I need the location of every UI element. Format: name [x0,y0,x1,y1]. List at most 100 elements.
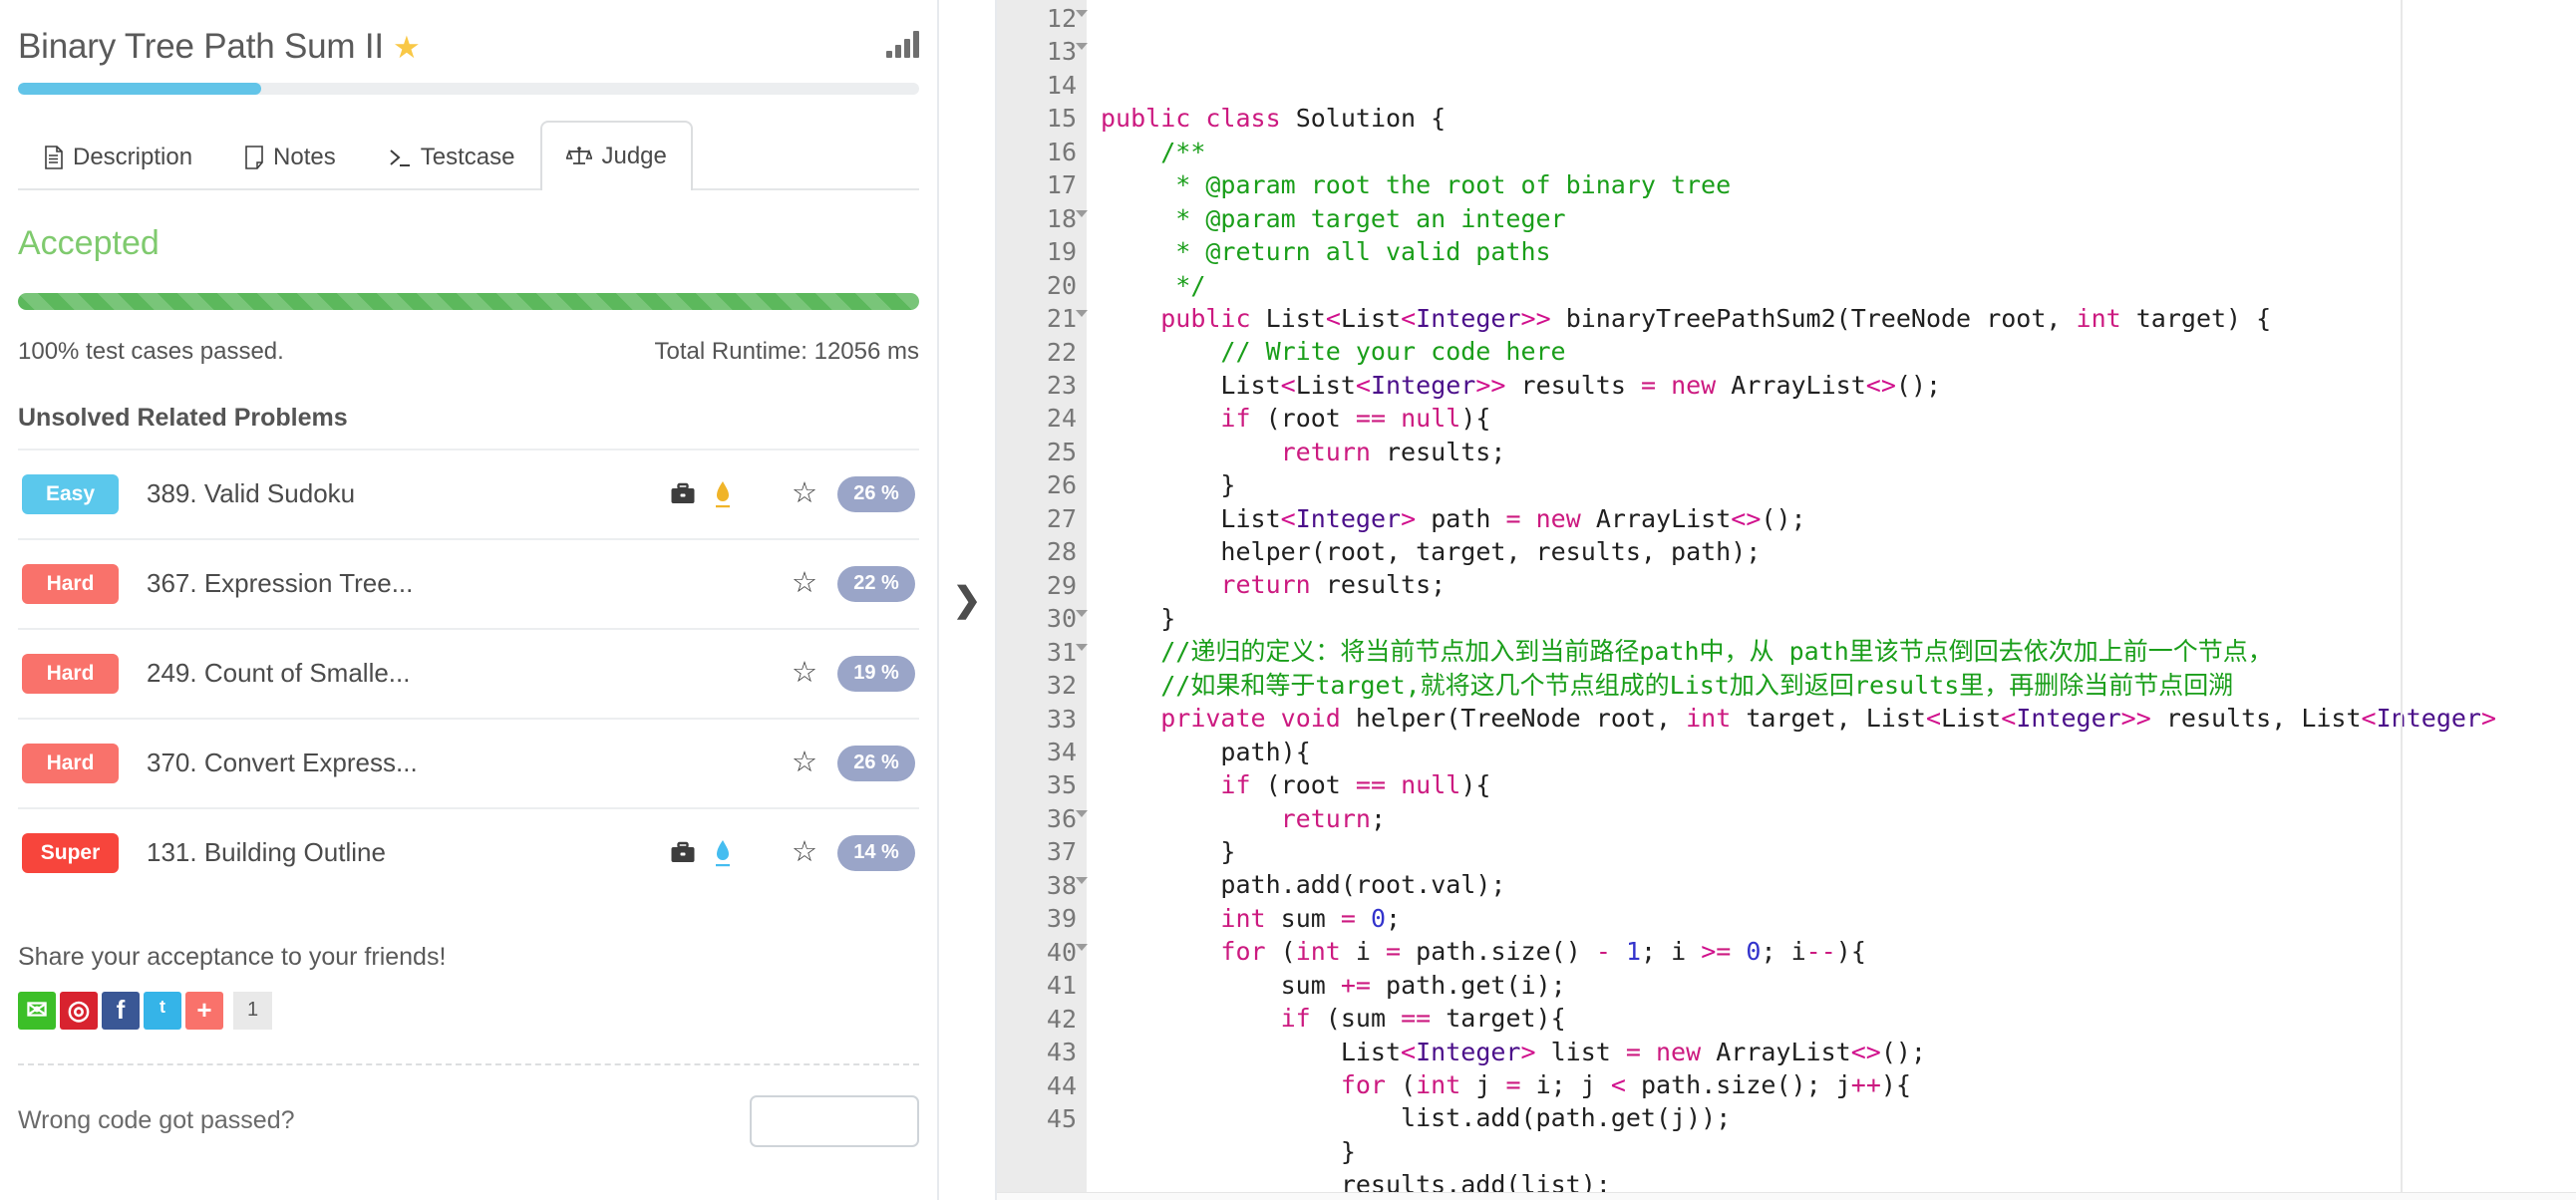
company-briefcase-icon[interactable] [670,481,696,507]
line-number: 26 [1046,470,1077,500]
related-problem-row[interactable]: Hard 367. Expression Tree... ☆ 22 % [18,537,919,628]
star-outline-icon[interactable]: ☆ [792,749,817,777]
code-line[interactable]: private void helper(TreeNode root, int t… [1101,702,2576,735]
code-line[interactable]: public List<List<Integer>> binaryTreePat… [1101,302,2576,335]
related-problem-row[interactable]: Easy 389. Valid Sudoku ☆ 26 % [18,448,919,538]
code-line[interactable]: * @param root the root of binary tree [1101,168,2576,201]
star-filled-icon[interactable]: ★ [393,32,421,63]
code-editor[interactable]: 12 13 14 15 16 17 18 19 20 21 22 23 24 25 26 27 28 29 30 31… [997,0,2576,1200]
line-number: 42 [1046,1004,1077,1034]
related-problem-name[interactable]: 370. Convert Express... [147,748,418,778]
line-number: 16 [1046,137,1077,166]
panel-splitter[interactable]: ❯ [937,0,997,1200]
code-line[interactable]: } [1101,1135,2576,1168]
code-line[interactable]: List<Integer> list = new ArrayList<>(); [1101,1036,2576,1068]
star-outline-icon[interactable]: ☆ [792,569,817,598]
line-number: 12 [997,2,1088,35]
chevron-right-icon[interactable]: ❯ [953,583,982,617]
share-twitter-button[interactable]: ᵗ [144,991,181,1030]
tab-notes[interactable]: Notes [218,125,362,188]
related-problem-name[interactable]: 367. Expression Tree... [147,568,413,599]
code-line[interactable]: List<List<Integer>> results = new ArrayL… [1101,369,2576,402]
line-number: 41 [1046,971,1077,1001]
line-number: 20 [1046,270,1077,300]
difficulty-badge: Easy [22,473,119,514]
code-line[interactable]: } [1101,468,2576,501]
line-number: 23 [1046,370,1077,400]
wrong-code-question: Wrong code got passed? [18,1106,295,1134]
line-number: 27 [1046,503,1077,533]
line-number: 45 [1046,1103,1077,1133]
star-outline-icon[interactable]: ☆ [792,838,817,867]
related-problem-meta: ☆ 14 % [792,834,915,871]
signal-bars-icon[interactable] [886,28,919,58]
tab-testcase[interactable]: Testcase [362,125,541,188]
code-line[interactable]: path.add(root.val); [1101,868,2576,901]
company-briefcase-icon[interactable] [670,840,696,866]
line-number: 15 [1046,104,1077,134]
code-line[interactable]: path){ [1101,736,2576,768]
line-number: 19 [1046,237,1077,267]
related-problem-row[interactable]: Super 131. Building Outline ☆ 14 % [18,806,919,897]
line-number: 37 [1046,837,1077,867]
code-line[interactable]: } [1101,835,2576,868]
tab-description-label: Description [73,143,193,170]
code-line[interactable]: List<Integer> path = new ArrayList<>(); [1101,502,2576,535]
acceptance-rate-pill: 26 % [837,745,915,781]
tab-description[interactable]: Description [18,125,218,188]
java-flame-icon[interactable] [714,480,732,508]
code-line[interactable]: * @return all valid paths [1101,235,2576,268]
code-line[interactable]: return results; [1101,436,2576,468]
code-line[interactable]: } [1101,602,2576,635]
star-outline-icon[interactable]: ☆ [792,479,817,508]
code-content[interactable]: public class Solution { /** * @param roo… [1087,0,2576,1200]
code-line[interactable]: return; [1101,802,2576,835]
code-line[interactable]: if (sum == target){ [1101,1002,2576,1035]
share-more-button[interactable]: + [185,991,223,1030]
share-weibo-button[interactable]: ◎ [60,991,98,1030]
related-problem-name[interactable]: 389. Valid Sudoku [147,478,355,509]
code-line[interactable]: for (int j = i; j < path.size(); j++){ [1101,1068,2576,1101]
code-line[interactable]: * @param target an integer [1101,202,2576,235]
code-line[interactable]: // Write your code here [1101,335,2576,368]
related-problem-meta: ☆ 26 % [792,745,915,781]
report-button[interactable] [750,1094,919,1147]
related-problem-row[interactable]: Hard 249. Count of Smalle... ☆ 19 % [18,627,919,718]
code-line[interactable]: helper(root, target, results, path); [1101,535,2576,568]
related-problem-name[interactable]: 249. Count of Smalle... [147,658,410,689]
document-icon [45,145,63,169]
related-problem-row[interactable]: Hard 370. Convert Express... ☆ 26 % [18,717,919,807]
problem-progress-fill [18,82,262,95]
line-number: 14 [1046,70,1077,100]
signal-bar-1 [886,51,892,58]
related-problem-name[interactable]: 131. Building Outline [147,837,386,868]
code-line[interactable]: sum += path.get(i); [1101,969,2576,1002]
share-facebook-button[interactable]: f [102,991,140,1030]
tab-judge[interactable]: Judge [540,120,693,190]
signal-bar-4 [913,31,919,58]
line-number: 33 [1046,704,1077,734]
code-line[interactable]: public class Solution { [1101,102,2576,135]
code-line[interactable]: return results; [1101,568,2576,601]
code-line[interactable]: //如果和等于target,就将这几个节点组成的List加入到返回results… [1101,669,2576,702]
problem-title-text: Binary Tree Path Sum II [18,27,384,66]
code-line[interactable]: list.add(path.get(j)); [1101,1101,2576,1134]
code-line[interactable]: int sum = 0; [1101,902,2576,935]
line-number: 31 [997,636,1088,669]
acceptance-rate-pill: 26 % [837,475,915,512]
line-number: 17 [1046,170,1077,200]
code-line[interactable]: */ [1101,269,2576,302]
code-line[interactable]: if (root == null){ [1101,768,2576,801]
share-wechat-button[interactable]: ✉ [18,991,56,1030]
python-flame-icon[interactable] [714,839,732,867]
code-line[interactable]: /** [1101,136,2576,168]
verdict-status: Accepted [18,223,160,262]
scales-icon [566,146,593,164]
code-line[interactable]: //递归的定义：将当前节点加入到当前路径path中，从 path里该节点倒回去依… [1101,635,2576,668]
result-summary-row: 100% test cases passed. Total Runtime: 1… [18,338,919,366]
code-line[interactable]: for (int i = path.size() - 1; i >= 0; i-… [1101,935,2576,968]
line-number-gutter: 12 13 14 15 16 17 18 19 20 21 22 23 24 25 26 27 28 29 30 31… [997,0,1088,1200]
code-line[interactable]: if (root == null){ [1101,402,2576,435]
line-number: 34 [1046,737,1077,766]
star-outline-icon[interactable]: ☆ [792,659,817,688]
